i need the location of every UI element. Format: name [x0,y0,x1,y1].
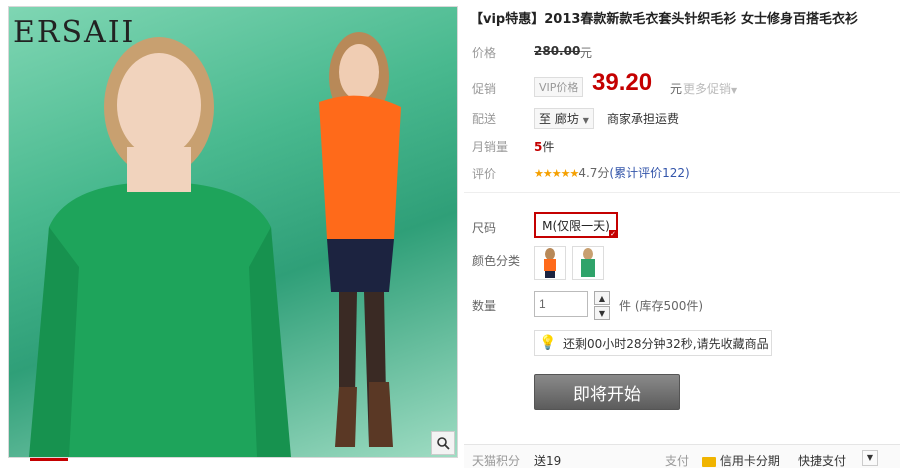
credit-installment[interactable]: 信用卡分期 [702,452,780,469]
quantity-input[interactable] [534,291,588,317]
quick-pay-label: 快捷支付 [798,454,847,468]
product-title: 【vip特惠】2013春款新款毛衣套头针织毛衫 女士修身百搭毛衣衫 [470,12,858,27]
countdown-text: 还剩00小时28分钟32秒,请先收藏商品 [563,336,769,351]
size-option-m[interactable]: M(仅限一天) ✓ [534,212,618,238]
review-label: 评价 [472,167,497,181]
color-label: 颜色分类 [472,254,521,268]
promo-label: 促销 [472,82,497,96]
vip-price-tag: VIP价格 [534,77,584,97]
rating-stars: ★★★★★ [534,167,579,180]
size-option-label: M(仅限一天) [542,218,610,233]
thumbnail-indicator[interactable] [30,458,68,461]
brand-logo: ERSAII [13,15,136,50]
quick-pay[interactable]: 快捷支付 [798,452,846,469]
product-image[interactable]: ERSAII [8,6,458,458]
quantity-decrease-button[interactable]: ▼ [594,306,610,320]
color-swatch-orange[interactable] [534,246,566,280]
chevron-down-icon: ▼ [582,116,589,125]
sku-panel [464,192,900,438]
review-count-link[interactable]: (累计评价122) [609,166,689,180]
price-label: 价格 [472,46,497,60]
stock-info: 件 (库存500件) [619,299,704,313]
promo-price-unit: 元 [670,82,683,96]
checkmark-icon: ✓ [609,230,617,238]
more-promotions-link[interactable]: 更多促销▼ [683,80,737,97]
credit-card-icon [702,456,716,467]
points-label: 天猫积分 [472,454,521,468]
monthly-sales-label: 月销量 [472,140,509,154]
monthly-sales-unit: 件 [542,140,555,154]
points-prefix: 送19 [534,454,562,468]
payment-dropdown-button[interactable]: ▼ [862,450,878,466]
model-photo-illustration [29,32,401,457]
color-swatch-green[interactable] [572,246,604,280]
shipping-note: 商家承担运费 [607,112,680,126]
delivery-prefix: 至 [539,112,552,126]
countdown-notice: 💡 还剩00小时28分钟32秒,请先收藏商品 [534,330,772,356]
chevron-up-icon: ▲ [598,293,606,303]
chevron-down-icon: ▼ [866,453,874,462]
original-price: 280.00 [534,44,581,58]
quantity-increase-button[interactable]: ▲ [594,291,610,305]
credit-installment-label: 信用卡分期 [719,454,780,468]
delivery-label: 配送 [472,112,497,126]
lightbulb-icon: 💡 [539,335,557,351]
more-promotions-label: 更多促销 [683,82,732,96]
payment-label: 支付 [665,454,690,468]
chevron-down-icon: ▼ [731,86,738,95]
rating-score: 4.7分 [578,166,610,180]
chevron-down-icon: ▼ [598,308,606,318]
city-select[interactable]: 至 廊坊 ▼ [534,108,594,129]
coming-soon-button[interactable]: 即将开始 [534,374,680,410]
size-label: 尺码 [472,221,497,235]
promo-price: 39.20 [592,69,653,96]
original-price-unit: 元 [580,46,593,60]
city-name: 廊坊 [554,112,579,126]
quantity-label: 数量 [472,299,497,313]
magnifier-icon[interactable] [431,431,455,455]
